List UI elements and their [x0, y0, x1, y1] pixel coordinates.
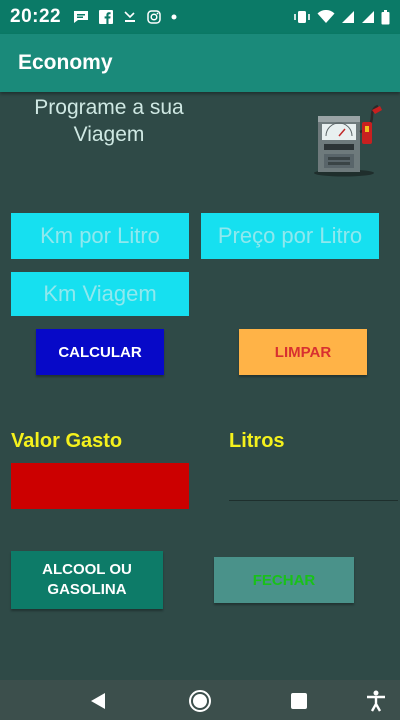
liters-label: Litros: [229, 430, 285, 452]
price-per-liter-input[interactable]: Preço por Litro: [201, 213, 379, 259]
recents-icon[interactable]: [290, 692, 308, 710]
calculate-button[interactable]: CALCULAR: [36, 329, 164, 375]
missed-call-icon: [124, 11, 136, 22]
signal-icon: [342, 11, 354, 23]
app-bar: Economy: [0, 34, 400, 92]
dot-icon: [171, 14, 177, 20]
accessibility-icon[interactable]: [366, 690, 386, 712]
gas-pump-icon: [314, 104, 382, 177]
app-title: Economy: [18, 51, 113, 74]
header-text: Programe a sua Viagem: [34, 96, 184, 146]
vibrate-icon: [294, 11, 310, 23]
message-icon: [74, 11, 89, 23]
instagram-icon: [147, 10, 161, 24]
signal-icon: [362, 11, 374, 23]
home-icon[interactable]: [188, 689, 212, 713]
battery-icon: [381, 9, 390, 24]
amount-spent-label: Valor Gasto: [11, 430, 123, 452]
status-bar: 20:22: [0, 0, 400, 34]
facebook-icon: [99, 10, 114, 24]
system-icons: [293, 9, 390, 25]
alcohol-or-gasoline-label: ALCOOL OU GASOLINA: [42, 561, 132, 598]
status-time: 20:22: [10, 6, 62, 27]
wifi-icon: [317, 10, 335, 23]
trip-km-input[interactable]: Km Viagem: [11, 272, 189, 316]
liters-value-underline: [229, 500, 398, 501]
amount-spent-value: [11, 463, 189, 509]
alcohol-or-gasoline-button[interactable]: ALCOOL OU GASOLINA: [11, 551, 163, 609]
close-button[interactable]: FECHAR: [214, 557, 354, 603]
navigation-bar: [0, 680, 400, 720]
back-icon[interactable]: [90, 692, 106, 710]
notification-icons: [73, 10, 177, 24]
km-per-liter-input[interactable]: Km por Litro: [11, 213, 189, 259]
clear-button[interactable]: LIMPAR: [239, 329, 367, 375]
